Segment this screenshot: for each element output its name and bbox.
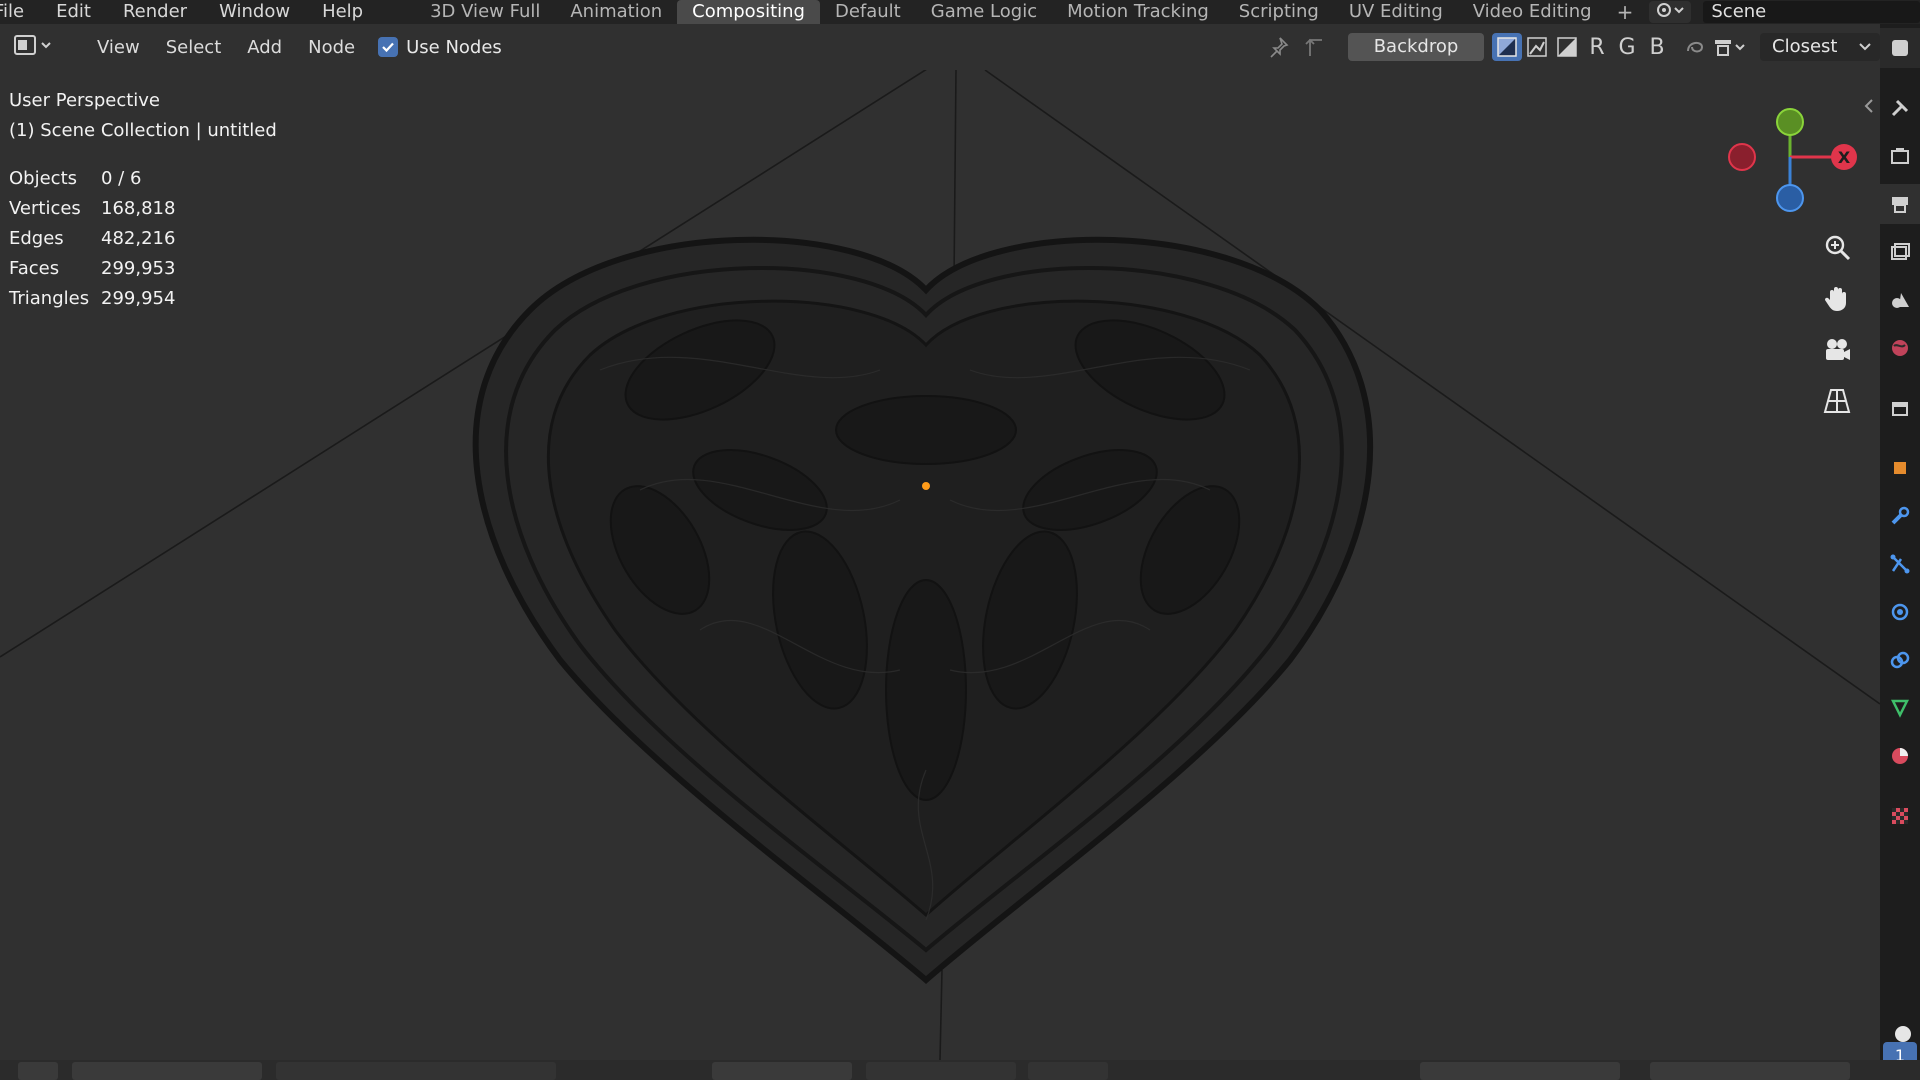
prop-tab-texture[interactable]	[1880, 796, 1920, 836]
prop-tab-tool[interactable]	[1880, 88, 1920, 128]
bottom-snap-controls[interactable]	[866, 1062, 1016, 1080]
menu-file[interactable]: File	[0, 0, 40, 24]
use-nodes-label: Use Nodes	[406, 36, 502, 58]
channel-alpha-icon[interactable]	[1552, 33, 1582, 61]
tab-default[interactable]: Default	[820, 0, 916, 24]
prop-tab-physics[interactable]	[1880, 592, 1920, 632]
viewport-info-overlay: User Perspective (1) Scene Collection | …	[9, 86, 277, 314]
prop-tab-data[interactable]	[1880, 688, 1920, 728]
tab-uv-editing[interactable]: UV Editing	[1334, 0, 1458, 24]
prop-tab-material[interactable]	[1880, 736, 1920, 776]
gizmo-neg-x-axis[interactable]	[1728, 143, 1756, 171]
grid-icon	[1822, 386, 1852, 420]
channel-blue-button[interactable]: B	[1642, 33, 1672, 61]
menu-edit[interactable]: Edit	[40, 0, 107, 24]
stat-row-edges: Edges 482,216	[9, 228, 176, 249]
pan-tool-button[interactable]	[1815, 279, 1859, 323]
stat-row-objects: Objects 0 / 6	[9, 168, 142, 189]
parent-node-tree-icon[interactable]	[1296, 35, 1332, 59]
use-nodes-checkbox[interactable]	[378, 37, 399, 57]
object-origin-dot	[922, 482, 930, 490]
bottom-status-bar	[0, 1060, 1920, 1080]
gizmo-toggle-icon[interactable]	[1680, 33, 1710, 61]
prop-tab-view-layer[interactable]	[1880, 232, 1920, 272]
camera-icon	[1822, 335, 1852, 369]
bottom-editor-type[interactable]	[18, 1062, 58, 1080]
tab-scripting[interactable]: Scripting	[1224, 0, 1334, 24]
heart-wireframe-mesh	[472, 236, 1374, 984]
overlay-dropdown-icon[interactable]	[1710, 33, 1750, 61]
properties-tab-strip: 1	[1880, 24, 1920, 1070]
chevron-down-icon	[1858, 33, 1872, 61]
bottom-transform-dropdown[interactable]	[712, 1062, 852, 1080]
scene-name-field[interactable]: Scene	[1703, 1, 1920, 23]
filter-type-value: Closest	[1772, 36, 1838, 57]
tab-motion-tracking[interactable]: Motion Tracking	[1052, 0, 1224, 24]
channel-color-icon[interactable]	[1522, 33, 1552, 61]
viewport-backdrop[interactable]: User Perspective (1) Scene Collection | …	[0, 70, 1880, 1060]
bottom-mode-dropdown[interactable]	[72, 1062, 262, 1080]
filter-type-dropdown[interactable]: Closest	[1760, 33, 1880, 61]
tab-compositing[interactable]: Compositing	[677, 0, 820, 24]
tab-3d-view-full[interactable]: 3D View Full	[415, 0, 555, 24]
tab-animation[interactable]: Animation	[555, 0, 677, 24]
prop-tab-collection[interactable]	[1880, 388, 1920, 428]
channel-green-button[interactable]: G	[1612, 33, 1642, 61]
scene-selector[interactable]	[1649, 1, 1692, 24]
bottom-visibility-controls[interactable]	[1420, 1062, 1620, 1080]
tab-game-logic[interactable]: Game Logic	[916, 0, 1052, 24]
header-menu-add[interactable]: Add	[234, 37, 295, 58]
prop-tab-particles[interactable]	[1880, 544, 1920, 584]
header-menu-select[interactable]: Select	[153, 37, 235, 58]
bottom-shading-controls[interactable]	[1650, 1062, 1850, 1080]
bottom-proportional-controls[interactable]	[1028, 1062, 1108, 1080]
navigation-gizmo[interactable]: X	[1710, 100, 1870, 220]
channel-color-alpha-icon[interactable]	[1492, 33, 1522, 61]
stat-row-vertices: Vertices 168,818	[9, 198, 176, 219]
hand-icon	[1822, 284, 1852, 318]
pin-icon[interactable]	[1260, 35, 1296, 59]
collection-info: (1) Scene Collection | untitled	[9, 120, 277, 141]
prop-tab-object[interactable]	[1880, 448, 1920, 488]
scene-icon	[1655, 1, 1685, 24]
editor-header: View Select Add Node Use Nodes Backdrop …	[0, 24, 1880, 70]
use-nodes-toggle[interactable]: Use Nodes	[378, 37, 502, 58]
bottom-menus[interactable]	[276, 1062, 556, 1080]
stat-row-triangles: Triangles 299,954	[9, 288, 176, 309]
backdrop-toggle-button[interactable]: Backdrop	[1348, 33, 1484, 61]
prop-tab-output[interactable]	[1880, 184, 1920, 224]
menu-help[interactable]: Help	[306, 0, 379, 24]
tab-video-editing[interactable]: Video Editing	[1458, 0, 1607, 24]
prop-tab-header[interactable]	[1880, 28, 1920, 68]
header-right-controls: Backdrop R G B Closest	[1260, 24, 1880, 70]
header-menu-node[interactable]: Node	[295, 37, 368, 58]
node-editor-icon	[12, 33, 56, 62]
menu-render[interactable]: Render	[107, 0, 203, 24]
channel-red-button[interactable]: R	[1582, 33, 1612, 61]
zoom-icon	[1822, 233, 1852, 267]
prop-tab-modifiers[interactable]	[1880, 496, 1920, 536]
prop-tab-constraints[interactable]	[1880, 640, 1920, 680]
prop-tab-render[interactable]	[1880, 136, 1920, 176]
add-workspace-button[interactable]: +	[1607, 0, 1644, 24]
prop-tab-world[interactable]	[1880, 328, 1920, 368]
stat-row-faces: Faces 299,953	[9, 258, 176, 279]
scene-render	[0, 70, 1880, 1060]
workspace-tabs: 3D View Full Animation Compositing Defau…	[415, 0, 1643, 24]
menu-window[interactable]: Window	[203, 0, 306, 24]
header-menu-view[interactable]: View	[84, 37, 153, 58]
gizmo-z-axis[interactable]	[1776, 184, 1804, 212]
scene-statistics: Objects 0 / 6 Vertices 168,818 Edges 482…	[9, 164, 277, 314]
editor-type-dropdown[interactable]	[12, 33, 60, 61]
gizmo-y-axis[interactable]	[1776, 108, 1804, 136]
gizmo-x-label: X	[1838, 148, 1851, 167]
perspective-toggle-button[interactable]	[1815, 381, 1859, 425]
camera-view-button[interactable]	[1815, 330, 1859, 374]
view-name: User Perspective	[9, 90, 160, 111]
zoom-tool-button[interactable]	[1815, 228, 1859, 272]
top-menu-bar: File Edit Render Window Help 3D View Ful…	[0, 0, 1920, 24]
prop-tab-scene[interactable]	[1880, 280, 1920, 320]
